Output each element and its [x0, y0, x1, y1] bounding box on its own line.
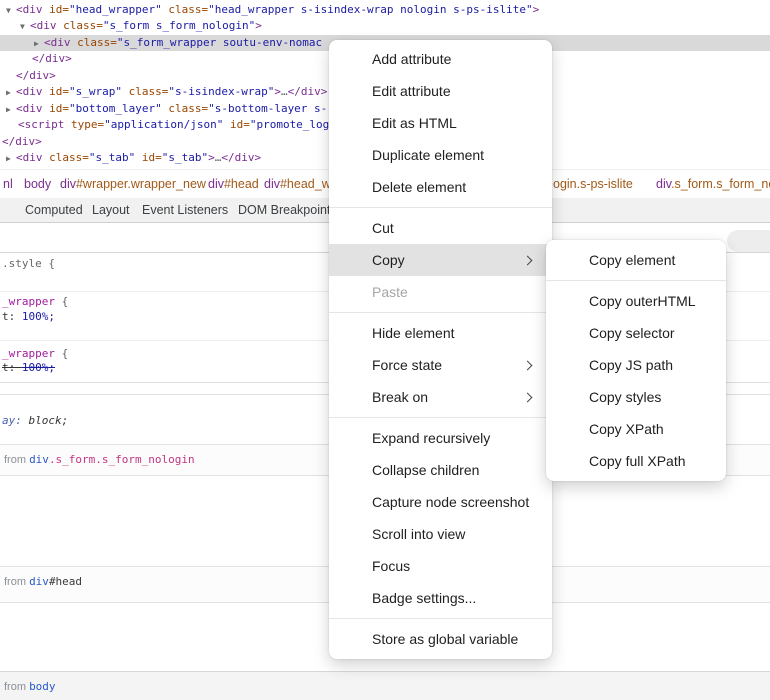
menu-item-copy-styles[interactable]: Copy styles — [546, 381, 726, 413]
style-property[interactable]: ay: block; — [2, 414, 68, 428]
expand-arrow-icon[interactable]: ▶ — [6, 151, 16, 167]
breadcrumb-item-html[interactable]: nl — [3, 170, 13, 198]
expand-arrow-icon[interactable]: ▶ — [6, 102, 16, 118]
chevron-right-icon — [523, 392, 533, 402]
menu-item-edit-attribute[interactable]: Edit attribute — [329, 75, 552, 107]
menu-separator — [329, 312, 552, 313]
menu-item-collapse-children[interactable]: Collapse children — [329, 454, 552, 486]
menu-item-edit-as-html[interactable]: Edit as HTML — [329, 107, 552, 139]
menu-item-copy-element[interactable]: Copy element — [546, 244, 726, 276]
menu-separator — [329, 207, 552, 208]
styles-filter-input[interactable] — [727, 230, 770, 252]
menu-item-expand-recursively[interactable]: Expand recursively — [329, 422, 552, 454]
style-rule-selector[interactable]: _wrapper { — [2, 295, 68, 309]
style-rule-selector[interactable]: _wrapper { — [2, 347, 68, 361]
expand-arrow-icon[interactable]: ▼ — [6, 3, 16, 19]
menu-item-store-as-global-variable[interactable]: Store as global variable — [329, 623, 552, 655]
menu-item-focus[interactable]: Focus — [329, 550, 552, 582]
tab-event-listeners[interactable]: Event Listeners — [142, 198, 228, 222]
expand-arrow-icon[interactable]: ▶ — [34, 36, 44, 52]
menu-item-break-on[interactable]: Break on — [329, 381, 552, 413]
style-property[interactable]: t: 100%; — [2, 310, 55, 324]
menu-item-capture-node-screenshot[interactable]: Capture node screenshot — [329, 486, 552, 518]
devtools-window: ▼<div id="head_wrapper" class="head_wrap… — [0, 0, 770, 700]
node-link-classes[interactable]: .s_form.s_form_nologin — [49, 453, 195, 466]
expand-arrow-icon[interactable]: ▶ — [6, 85, 16, 101]
node-link[interactable]: body — [29, 680, 56, 693]
node-link-id[interactable]: #head — [49, 575, 82, 588]
menu-item-force-state[interactable]: Force state — [329, 349, 552, 381]
chevron-right-icon — [523, 255, 533, 265]
menu-item-paste: Paste — [329, 276, 552, 308]
dom-node-row[interactable]: ▼<div class="s_form s_form_nologin"> — [0, 18, 770, 34]
menu-item-copy-full-xpath[interactable]: Copy full XPath — [546, 445, 726, 477]
menu-item-copy[interactable]: Copy — [329, 244, 552, 276]
node-link[interactable]: div — [29, 575, 49, 588]
menu-separator — [329, 618, 552, 619]
menu-item-add-attribute[interactable]: Add attribute — [329, 43, 552, 75]
tab-computed[interactable]: Computed — [25, 198, 83, 222]
chevron-right-icon — [523, 360, 533, 370]
menu-item-copy-js-path[interactable]: Copy JS path — [546, 349, 726, 381]
copy-submenu: Copy element Copy outerHTML Copy selecto… — [546, 240, 726, 481]
expand-arrow-icon[interactable]: ▼ — [20, 19, 30, 35]
menu-item-scroll-into-view[interactable]: Scroll into view — [329, 518, 552, 550]
tab-dom-breakpoints[interactable]: DOM Breakpoint — [238, 198, 330, 222]
node-link[interactable]: div — [29, 453, 49, 466]
dom-node-row[interactable]: ▼<div id="head_wrapper" class="head_wrap… — [0, 2, 770, 18]
menu-item-copy-xpath[interactable]: Copy XPath — [546, 413, 726, 445]
breadcrumb-item-s-form[interactable]: div.s_form.s_form_nologin — [656, 170, 770, 198]
menu-item-delete-element[interactable]: Delete element — [329, 171, 552, 203]
breadcrumb-item-body[interactable]: body — [24, 170, 51, 198]
menu-item-duplicate-element[interactable]: Duplicate element — [329, 139, 552, 171]
style-property-overridden[interactable]: t: 100%; — [2, 361, 55, 375]
menu-separator — [329, 417, 552, 418]
breadcrumb-item-wrapper[interactable]: div#wrapper.wrapper_new — [60, 170, 206, 198]
menu-item-copy-selector[interactable]: Copy selector — [546, 317, 726, 349]
inherited-from-section: from body — [0, 672, 770, 700]
style-rule-element-style[interactable]: .style { — [2, 257, 55, 271]
breadcrumb-item-islite[interactable]: ogin.s-ps-islite — [553, 170, 633, 198]
context-menu: Add attribute Edit attribute Edit as HTM… — [329, 40, 552, 659]
menu-item-cut[interactable]: Cut — [329, 212, 552, 244]
tab-layout[interactable]: Layout — [92, 198, 130, 222]
menu-item-copy-outerhtml[interactable]: Copy outerHTML — [546, 285, 726, 317]
menu-item-hide-element[interactable]: Hide element — [329, 317, 552, 349]
breadcrumb-item-head[interactable]: div#head — [208, 170, 259, 198]
menu-separator — [546, 280, 726, 281]
menu-item-badge-settings[interactable]: Badge settings... — [329, 582, 552, 614]
